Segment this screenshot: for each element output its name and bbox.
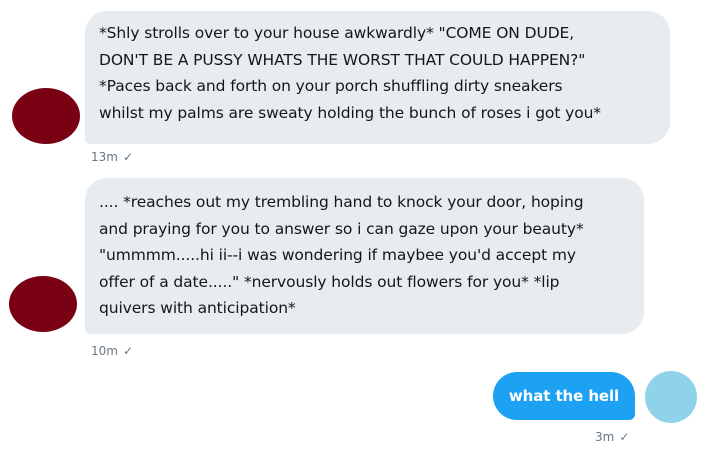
message-meta: 3m ✓ (595, 430, 629, 444)
received-message-bubble: *Shly strolls over to your house awkward… (85, 11, 670, 144)
message-timestamp: 10m (91, 344, 118, 358)
message-text-line: *Paces back and forth on your porch shuf… (99, 77, 563, 95)
message-text-line: quivers with anticipation* (99, 299, 296, 317)
check-icon: ✓ (122, 344, 134, 358)
check-icon: ✓ (619, 430, 630, 444)
message-text-line: DON'T BE A PUSSY WHATS THE WORST THAT CO… (99, 50, 586, 69)
message-text-line: and praying for you to answer so i can g… (99, 219, 584, 238)
check-icon: ✓ (122, 150, 134, 164)
message-timestamp: 13m (91, 150, 118, 164)
sender-avatar[interactable] (12, 88, 80, 144)
sent-message-bubble: what the hell (493, 372, 635, 420)
my-avatar[interactable] (645, 371, 697, 423)
sender-avatar[interactable] (9, 276, 77, 332)
message-text-line: whilst my palms are sweaty holding the b… (99, 103, 601, 122)
message-text-line: *Shly strolls over to your house awkward… (99, 24, 575, 42)
message-text-line: offer of a date....." *nervously holds o… (99, 272, 560, 291)
message-meta: 10m ✓ (91, 344, 133, 358)
message-text-line: .... *reaches out my trembling hand to k… (99, 193, 584, 211)
received-message-bubble: .... *reaches out my trembling hand to k… (85, 178, 644, 334)
message-text: what the hell (508, 387, 620, 405)
message-meta: 13m ✓ (91, 150, 133, 164)
message-timestamp: 3m (595, 430, 615, 444)
message-text-line: "ummmm.....hi ii--i was wondering if may… (99, 246, 576, 264)
